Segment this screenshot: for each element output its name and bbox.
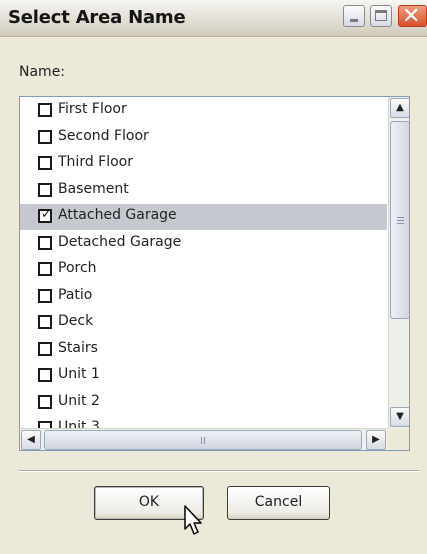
list-item[interactable]: Porch (20, 257, 387, 283)
list-item[interactable]: Basement (20, 178, 387, 204)
checkbox[interactable] (38, 368, 52, 382)
title-bar[interactable]: Select Area Name ✕ (0, 0, 427, 37)
list-item[interactable]: Third Floor (20, 151, 387, 177)
list-item[interactable]: First Floor (20, 98, 387, 124)
horizontal-scrollbar[interactable]: ◀ ▶ (20, 428, 388, 450)
checkbox[interactable] (38, 103, 52, 117)
checkbox[interactable] (38, 288, 52, 303)
list-item[interactable]: Unit 2 (20, 390, 387, 416)
list-item[interactable]: Second Floor (20, 125, 387, 151)
list-item-label: Deck (58, 313, 94, 329)
mouse-pointer-icon (184, 505, 202, 535)
list-item-label: Basement (58, 180, 129, 197)
maximize-icon (375, 10, 387, 21)
checkbox[interactable] (38, 235, 52, 250)
separator-line (19, 470, 419, 472)
list-item-label: Porch (58, 260, 97, 276)
checkbox[interactable] (38, 394, 52, 409)
list-item-label: Stairs (58, 339, 98, 356)
horizontal-scroll-thumb[interactable] (44, 430, 362, 450)
grip-line (397, 223, 404, 224)
grip-line (397, 217, 404, 218)
scroll-left-button[interactable]: ◀ (21, 430, 41, 450)
checkbox[interactable] (38, 182, 52, 197)
window-title: Select Area Name (8, 7, 186, 28)
cancel-button[interactable]: Cancel (227, 486, 330, 520)
list-item[interactable]: Unit 1 (20, 363, 387, 389)
name-label: Name: (19, 64, 66, 80)
list-item-label: Unit 2 (58, 392, 100, 409)
scroll-up-button[interactable]: ▲ (390, 98, 409, 118)
checkbox[interactable] (38, 341, 52, 356)
checkbox[interactable] (38, 129, 52, 144)
checkmark-icon: ✓ (41, 207, 52, 222)
list-item-label: Second Floor (58, 127, 149, 144)
maximize-button[interactable] (370, 5, 392, 27)
vertical-scrollbar[interactable]: ▲ ▼ (388, 97, 409, 428)
list-item-label: Third Floor (58, 154, 133, 170)
close-icon: ✕ (402, 4, 421, 29)
list-item[interactable]: Detached Garage (20, 231, 387, 257)
minimize-button[interactable] (343, 5, 365, 27)
grip-line (397, 220, 404, 221)
checkbox-checked[interactable]: ✓ (38, 207, 52, 223)
grip-line (201, 437, 202, 444)
checkbox[interactable] (38, 315, 52, 329)
select-area-name-dialog: Select Area Name ✕ Name: First Floor Seco… (0, 0, 427, 554)
scrollbar-corner (388, 428, 409, 450)
minimize-icon (350, 19, 358, 22)
list-item[interactable]: Deck (20, 310, 387, 336)
checkbox[interactable] (38, 262, 52, 276)
close-button[interactable]: ✕ (398, 4, 427, 29)
list-item-label: First Floor (58, 101, 127, 117)
list-item-label: Detached Garage (58, 233, 182, 250)
list-item-label: Patio (58, 286, 93, 303)
list-item[interactable]: Patio (20, 284, 387, 310)
checkbox[interactable] (38, 156, 52, 170)
grip-line (204, 437, 205, 444)
list-item[interactable]: Stairs (20, 337, 387, 363)
scroll-right-button[interactable]: ▶ (366, 430, 386, 450)
vertical-scroll-thumb[interactable] (390, 121, 409, 319)
list-item[interactable]: ✓ Attached Garage (20, 204, 387, 230)
list-item-label: Attached Garage (58, 207, 177, 223)
list-item-label: Unit 1 (58, 366, 100, 382)
scroll-down-button[interactable]: ▼ (390, 407, 409, 427)
area-name-checklist[interactable]: First Floor Second Floor Third Floor Baseme… (19, 96, 410, 451)
